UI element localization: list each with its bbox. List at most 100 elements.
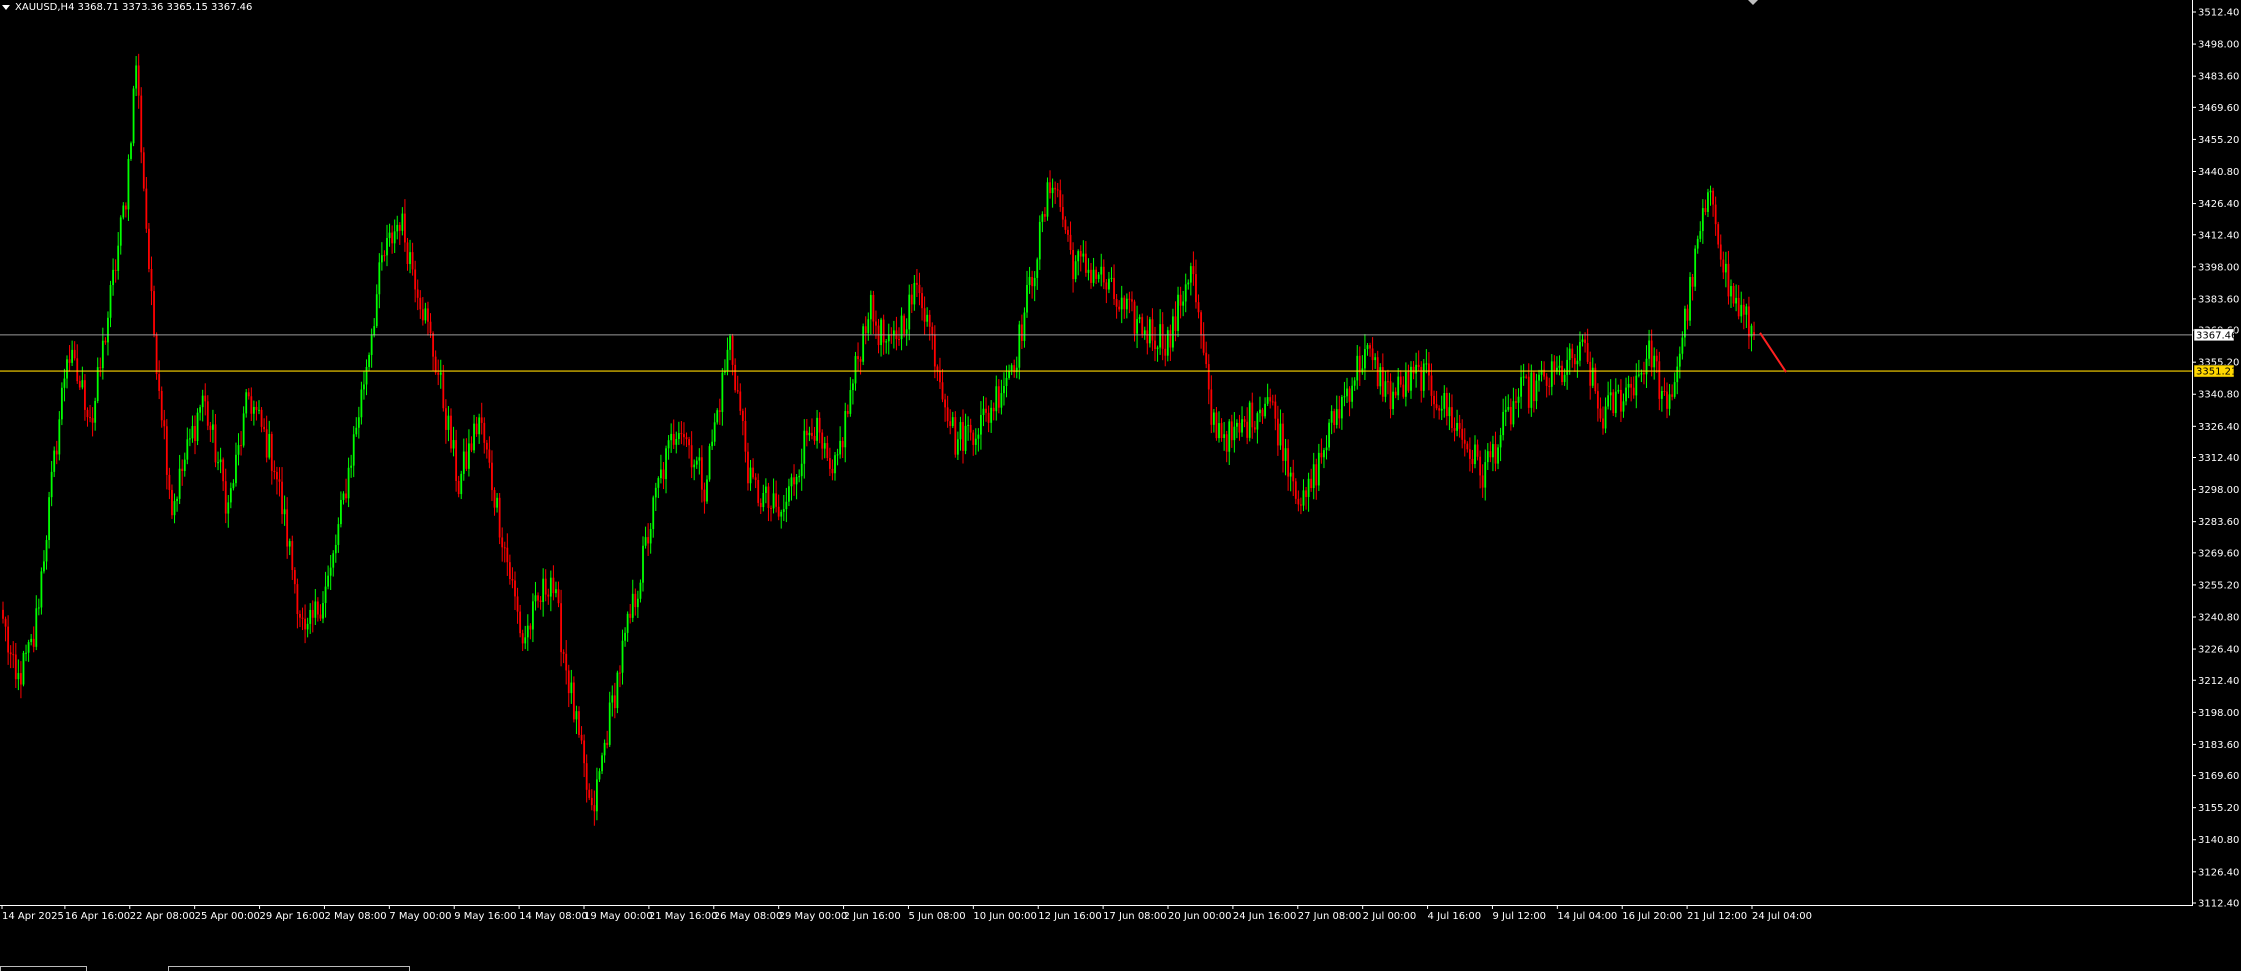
candle-body — [1366, 345, 1369, 350]
candle-body — [1292, 472, 1295, 482]
candle-body — [734, 364, 737, 391]
dropdown-triangle-icon[interactable] — [2, 5, 10, 10]
candle-body — [1681, 337, 1684, 354]
candle-body — [601, 755, 603, 772]
candle-body — [473, 423, 475, 451]
candle-body — [409, 252, 411, 264]
candle — [1148, 316, 1151, 348]
candle-body — [1673, 382, 1676, 397]
price-chart[interactable]: 3512.40 3498.00 3483.60 3469.60 3455.20 3440.… — [0, 0, 2241, 970]
candle-body — [1724, 263, 1727, 273]
symbol-info-bar[interactable]: XAUUSD,H4 3368.71 3373.36 3365.15 3367.4… — [2, 2, 252, 13]
candle-body — [1084, 253, 1087, 273]
price-axis[interactable]: 3512.40 3498.00 3483.60 3469.60 3455.20 3440.… — [2192, 0, 2239, 910]
candle-body — [1456, 422, 1458, 431]
candle-body — [834, 455, 836, 474]
candle-body — [1379, 367, 1382, 387]
candle-body — [416, 289, 419, 298]
candle-body — [1668, 394, 1671, 409]
candle-body — [1000, 393, 1003, 408]
candle-body — [1494, 444, 1497, 464]
candle-body — [1499, 435, 1502, 448]
candle-body — [327, 575, 330, 587]
candle-body — [360, 389, 363, 418]
price-tick-label: 3426.40 — [2198, 199, 2239, 210]
candle-body — [867, 319, 870, 334]
candle-body — [1548, 385, 1551, 387]
candle-body — [1241, 419, 1243, 433]
candle-body — [1256, 413, 1259, 430]
candle-body — [880, 319, 882, 346]
candle-body — [885, 341, 888, 343]
candle-body — [1458, 422, 1461, 429]
candle-body — [480, 417, 483, 423]
candle-body — [1220, 423, 1223, 439]
candle-body — [1108, 278, 1110, 290]
candle — [1717, 221, 1720, 249]
candle-body — [1558, 365, 1561, 368]
candle-body — [1512, 401, 1515, 425]
chart-window[interactable]: 3512.40 3498.00 3483.60 3469.60 3455.20 3440.… — [0, 0, 2241, 971]
candle-body — [186, 439, 189, 460]
price-tick-label: 3240.80 — [2198, 612, 2239, 623]
candle-body — [237, 445, 240, 455]
candle-body — [647, 537, 650, 544]
time-tick-label: 16 Jul 20:00 — [1622, 911, 1682, 922]
candle-body — [1584, 339, 1586, 344]
candle-body — [931, 326, 934, 335]
price-tick-label: 3212.40 — [2198, 676, 2239, 687]
price-tick-label: 3169.60 — [2198, 771, 2239, 782]
candle-body — [508, 562, 511, 580]
price-tick-label: 3440.80 — [2198, 167, 2239, 178]
chart-shift-marker-icon[interactable] — [1748, 0, 1758, 5]
candle-body — [1410, 366, 1412, 391]
candle-body — [900, 315, 903, 340]
candle-body — [695, 460, 698, 465]
candle-body — [1243, 419, 1246, 422]
candle-body — [1504, 409, 1507, 412]
candle-body — [1581, 339, 1584, 342]
candle-body — [229, 488, 232, 503]
candle-body — [470, 443, 473, 451]
time-tick-label: 12 Jun 16:00 — [1038, 911, 1102, 922]
candle-body — [1650, 340, 1653, 368]
candle-body — [135, 65, 138, 89]
candle-body — [1696, 238, 1699, 249]
candle-body — [1246, 421, 1249, 438]
candle-body — [985, 408, 987, 413]
price-tick-label: 3255.20 — [2198, 580, 2239, 591]
candle-body — [127, 158, 130, 210]
price-tick-label: 3112.40 — [2198, 899, 2239, 910]
candle-body — [967, 424, 970, 426]
candle-body — [468, 443, 470, 469]
candle-body — [1269, 397, 1272, 402]
candle-body — [1568, 348, 1571, 360]
chart-tab[interactable] — [168, 966, 410, 971]
candle-body — [1453, 428, 1456, 431]
candle-body — [1210, 389, 1213, 425]
candle-body — [1056, 189, 1059, 191]
candle-body — [1317, 452, 1320, 486]
candle-body — [1412, 366, 1415, 374]
candle-body — [788, 486, 790, 502]
candle-body — [1018, 324, 1021, 368]
candle-body — [921, 293, 923, 309]
candle-body — [1177, 294, 1179, 332]
candle-body — [199, 407, 202, 413]
candle-body — [301, 617, 304, 619]
candle-body — [63, 378, 66, 388]
candle-body — [1607, 395, 1610, 407]
candle-body — [1402, 384, 1405, 397]
candle-body — [352, 434, 355, 466]
time-tick-label: 14 Jul 04:00 — [1557, 911, 1617, 922]
candle-body — [713, 422, 716, 442]
candle-body — [972, 432, 975, 445]
price-tick-label: 3483.60 — [2198, 72, 2239, 83]
candle-body — [555, 589, 557, 594]
candle-body — [40, 571, 43, 608]
chart-tab[interactable] — [0, 966, 87, 971]
candle-body — [7, 626, 10, 653]
candle-body — [995, 386, 998, 412]
candle-body — [772, 493, 775, 509]
candle-body — [1148, 319, 1151, 344]
